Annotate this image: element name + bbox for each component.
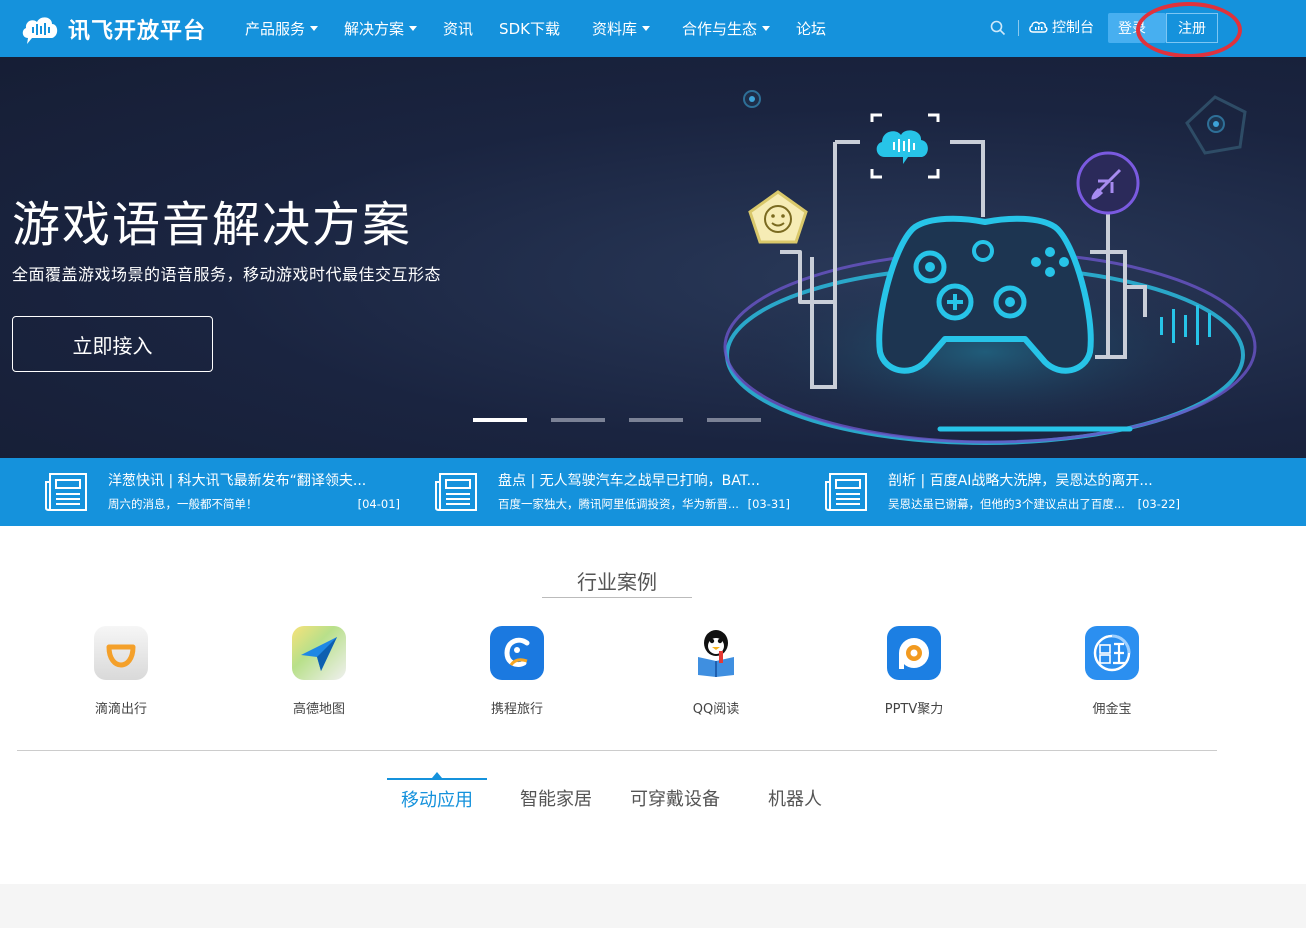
- nav-label: 合作与生态: [681, 20, 757, 38]
- tab-smart-home[interactable]: 智能家居: [507, 778, 605, 818]
- news-desc: 百度一家独大，腾讯阿里低调投资，华为新晋... [03-31]: [498, 496, 790, 512]
- game-controller-illustration: [723, 90, 1257, 445]
- app-case-didi[interactable]: 滴滴出行: [66, 626, 176, 717]
- caret-down-icon: [310, 26, 319, 31]
- news-body: 剖析 | 百度AI战略大洗牌，吴恩达的离开... 吴恩达虽已谢幕，但他的3个建议…: [888, 472, 1180, 512]
- page: 讯飞开放平台 产品服务 解决方案 资讯 SDK下载 资料库 合作与生态 论坛 控…: [0, 0, 1306, 928]
- brand-logo[interactable]: 讯飞开放平台: [20, 12, 206, 46]
- newspaper-icon: [45, 473, 87, 511]
- carousel-dot[interactable]: [707, 418, 761, 422]
- app-label: 高德地图: [292, 702, 345, 717]
- search-icon[interactable]: [990, 20, 1006, 36]
- console-link[interactable]: 控制台: [1028, 17, 1094, 37]
- nav-item-solutions[interactable]: 解决方案: [344, 0, 418, 57]
- news-title[interactable]: 剖析 | 百度AI战略大洗牌，吴恩达的离开...: [888, 472, 1180, 490]
- app-case-ctrip[interactable]: 携程旅行: [462, 626, 572, 717]
- news-desc: 吴恩达虽已谢幕，但他的3个建议点出了百度... [03-22]: [888, 496, 1180, 512]
- news-desc: 周六的消息，一般都不简单！ [04-01]: [108, 496, 400, 512]
- news-item[interactable]: 剖析 | 百度AI战略大洗牌，吴恩达的离开... 吴恩达虽已谢幕，但他的3个建议…: [824, 458, 1180, 526]
- login-label: 登录: [1118, 21, 1146, 37]
- nav-item-forum[interactable]: 论坛: [796, 0, 826, 57]
- news-date: [03-22]: [1137, 497, 1180, 511]
- hero-title: 游戏语音解决方案: [12, 197, 413, 253]
- app-label: 携程旅行: [490, 702, 543, 717]
- toolbar-divider: [1018, 20, 1019, 36]
- news-summary: 百度一家独大，腾讯阿里低调投资，华为新晋...: [498, 497, 739, 511]
- app-label: 滴滴出行: [94, 702, 147, 717]
- console-label: 控制台: [1052, 20, 1094, 36]
- news-summary: 周六的消息，一般都不简单！: [108, 497, 258, 511]
- qq-reader-icon: [689, 626, 743, 680]
- cloud-icon: [1029, 21, 1048, 33]
- nav-item-docs[interactable]: 资料库: [592, 0, 650, 57]
- app-case-list: 滴滴出行 高德地图 携程旅行 QQ阅读 PPTV聚力 佣金宝: [0, 626, 1230, 721]
- main-nav: 产品服务 解决方案 资讯 SDK下载 资料库 合作与生态 论坛: [245, 0, 852, 57]
- nav-label: SDK下载: [499, 20, 560, 38]
- tab-wearables[interactable]: 可穿戴设备: [617, 778, 733, 818]
- app-case-pptv[interactable]: PPTV聚力: [859, 626, 969, 717]
- top-navigation-bar: 讯飞开放平台 产品服务 解决方案 资讯 SDK下载 资料库 合作与生态 论坛 控…: [0, 0, 1306, 58]
- nav-item-products[interactable]: 产品服务: [245, 0, 319, 57]
- nav-item-sdk-download[interactable]: SDK下载: [499, 0, 560, 57]
- nav-label: 资讯: [443, 20, 474, 38]
- hero-cta-button[interactable]: 立即接入: [12, 316, 213, 372]
- ctrip-icon: [490, 626, 544, 680]
- pptv-icon: [887, 626, 941, 680]
- didi-icon: [94, 626, 148, 680]
- cloud-voice-logo-icon: [22, 17, 58, 44]
- news-date: [04-01]: [357, 497, 400, 511]
- login-button[interactable]: 登录: [1108, 13, 1166, 43]
- register-label: 注册: [1178, 21, 1206, 37]
- register-button[interactable]: 注册: [1166, 13, 1218, 43]
- news-body: 洋葱快讯 | 科大讯飞最新发布“翻译领夫... 周六的消息，一般都不简单！ [04…: [108, 472, 400, 512]
- app-case-amap[interactable]: 高德地图: [264, 626, 374, 717]
- carousel-dot[interactable]: [629, 418, 683, 422]
- app-case-yongjinbao[interactable]: 佣金宝: [1057, 626, 1167, 717]
- amap-icon: [292, 626, 346, 680]
- news-item[interactable]: 洋葱快讯 | 科大讯飞最新发布“翻译领夫... 周六的消息，一般都不简单！ [04…: [44, 458, 400, 526]
- section-title: 行业案例: [577, 570, 657, 594]
- caret-down-icon: [762, 26, 770, 31]
- caret-down-icon: [409, 26, 418, 31]
- app-label: PPTV聚力: [884, 702, 944, 717]
- carousel-dot[interactable]: [473, 418, 527, 422]
- news-date: [03-31]: [747, 497, 790, 511]
- newspaper-icon: [435, 473, 477, 511]
- news-ticker-bar: 洋葱快讯 | 科大讯飞最新发布“翻译领夫... 周六的消息，一般都不简单！ [04…: [0, 458, 1306, 526]
- case-category-tabs: 移动应用 智能家居 可穿戴设备 机器人: [387, 772, 849, 818]
- news-body: 盘点 | 无人驾驶汽车之战早已打响，BAT... 百度一家独大，腾讯阿里低调投资…: [498, 472, 790, 512]
- tab-robots[interactable]: 机器人: [755, 778, 835, 818]
- section-title-underline: [542, 597, 692, 598]
- news-title[interactable]: 盘点 | 无人驾驶汽车之战早已打响，BAT...: [498, 472, 790, 490]
- yongjinbao-icon: [1085, 626, 1139, 680]
- nav-label: 解决方案: [344, 20, 405, 38]
- brand-name: 讯飞开放平台: [68, 19, 207, 44]
- nav-label: 资料库: [591, 20, 637, 38]
- nav-label: 论坛: [796, 20, 827, 38]
- nav-label: 产品服务: [245, 20, 306, 38]
- section-divider: [17, 750, 1217, 751]
- nav-item-partners[interactable]: 合作与生态: [682, 0, 770, 57]
- news-title[interactable]: 洋葱快讯 | 科大讯飞最新发布“翻译领夫...: [108, 472, 400, 490]
- hero-subtitle: 全面覆盖游戏场景的语音服务，移动游戏时代最佳交互形态: [12, 265, 442, 284]
- hero-banner: 游戏语音解决方案 全面覆盖游戏场景的语音服务，移动游戏时代最佳交互形态 立即接入: [0, 57, 1306, 458]
- app-label: 佣金宝: [1092, 702, 1132, 717]
- nav-item-news[interactable]: 资讯: [443, 0, 473, 57]
- newspaper-icon: [825, 473, 867, 511]
- carousel-indicators: [473, 418, 761, 422]
- caret-down-icon: [641, 26, 650, 31]
- news-summary: 吴恩达虽已谢幕，但他的3个建议点出了百度...: [888, 497, 1125, 511]
- news-item[interactable]: 盘点 | 无人驾驶汽车之战早已打响，BAT... 百度一家独大，腾讯阿里低调投资…: [434, 458, 790, 526]
- carousel-dot[interactable]: [551, 418, 605, 422]
- app-case-qq-reader[interactable]: QQ阅读: [661, 626, 771, 717]
- app-label: QQ阅读: [692, 702, 740, 717]
- industry-cases-section: 行业案例 滴滴出行 高德地图 携程旅行 QQ阅读 PPTV聚力 佣金宝 移动应用…: [0, 526, 1306, 884]
- tab-mobile-apps[interactable]: 移动应用: [387, 772, 487, 818]
